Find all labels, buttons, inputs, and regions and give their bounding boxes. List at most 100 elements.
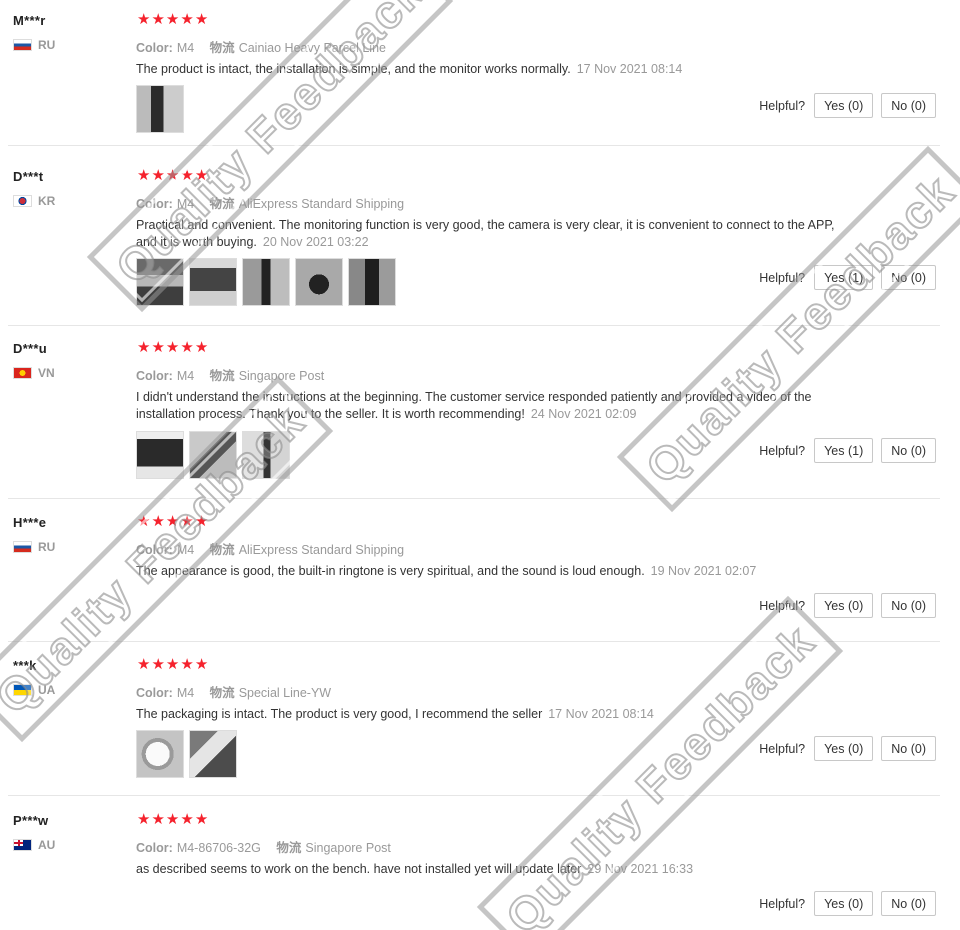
helpful-yes-button[interactable]: Yes (0) — [814, 93, 874, 118]
helpful-yes-button[interactable]: Yes (1) — [814, 265, 874, 290]
shipping-method: AliExpress Standard Shipping — [238, 197, 405, 211]
star-rating: ★ ★ ★ ★ ★ — [137, 513, 209, 530]
helpful-no-button[interactable]: No (0) — [881, 736, 936, 761]
flag-ru-icon — [13, 541, 32, 553]
star-icon: ★ — [165, 11, 180, 28]
flag-kr-icon — [13, 195, 32, 207]
star-icon: ★ — [194, 513, 209, 530]
review-photos — [136, 258, 396, 306]
helpful-yes-button[interactable]: Yes (1) — [814, 438, 874, 463]
helpful-votes: Helpful? Yes (1) No (0) — [759, 265, 936, 290]
review-photo-thumbnail[interactable] — [242, 258, 290, 306]
review-item: D***t KR ★ ★ ★ ★ ★ Color: M4 物流 AliExpress Sta… — [0, 167, 960, 326]
star-icon: ★ — [137, 167, 151, 184]
review-photo-thumbnail[interactable] — [242, 431, 290, 479]
star-rating: ★ ★ ★ ★ ★ — [137, 656, 209, 673]
helpful-no-button[interactable]: No (0) — [881, 265, 936, 290]
star-icon: ★ — [180, 339, 194, 356]
star-icon: ★ — [180, 656, 194, 673]
reviewer-name: P***w — [13, 813, 49, 828]
star-icon: ★ — [165, 339, 180, 356]
star-icon: ★ — [137, 513, 151, 530]
helpful-votes: Helpful? Yes (0) No (0) — [759, 736, 936, 761]
reviewer-country: VN — [13, 366, 55, 380]
flag-vn-icon — [13, 367, 32, 379]
review-photo-thumbnail[interactable] — [136, 85, 184, 133]
review-text: The product is intact, the installation … — [136, 62, 683, 76]
reviewer-name: H***e — [13, 515, 47, 530]
star-icon: ★ — [151, 656, 165, 673]
star-icon: ★ — [151, 513, 165, 530]
shipping-method: Special Line-YW — [238, 686, 332, 700]
review-photo-thumbnail[interactable] — [348, 258, 396, 306]
product-color: M4 — [176, 197, 195, 211]
reviewer-country: UA — [13, 683, 55, 697]
star-icon: ★ — [151, 11, 165, 28]
review-photo-thumbnail[interactable] — [295, 258, 343, 306]
flag-ru-icon — [13, 39, 32, 51]
star-icon: ★ — [180, 513, 194, 530]
review-meta: Color: M4 物流 Cainiao Heavy Parcel Line — [136, 41, 386, 55]
star-icon: ★ — [165, 811, 180, 828]
reviewer-name: M***r — [13, 13, 46, 28]
review-date: 24 Nov 2021 02:09 — [530, 407, 637, 421]
helpful-yes-button[interactable]: Yes (0) — [814, 891, 874, 916]
star-icon: ★ — [194, 811, 209, 828]
star-icon: ★ — [165, 656, 180, 673]
review-meta: Color: M4 物流 Special Line-YW — [136, 686, 332, 700]
review-date: 20 Nov 2021 03:22 — [262, 235, 369, 249]
helpful-yes-button[interactable]: Yes (0) — [814, 593, 874, 618]
star-rating: ★ ★ ★ ★ ★ — [137, 11, 208, 28]
reviewer-name: D***u — [13, 341, 48, 356]
review-date: 17 Nov 2021 08:14 — [548, 707, 654, 721]
reviewer-country: KR — [13, 194, 55, 208]
review-text: The packaging is intact. The product is … — [136, 707, 654, 721]
helpful-yes-button[interactable]: Yes (0) — [814, 736, 874, 761]
star-icon: ★ — [165, 513, 180, 530]
star-icon: ★ — [165, 167, 180, 184]
helpful-no-button[interactable]: No (0) — [881, 93, 936, 118]
review-photo-thumbnail[interactable] — [189, 258, 237, 306]
review-meta: Color: M4 物流 Singapore Post — [136, 369, 325, 383]
shipping-method: AliExpress Standard Shipping — [238, 543, 405, 557]
review-meta: Color: M4-86706-32G 物流 Singapore Post — [136, 841, 391, 855]
reviewer-country: RU — [13, 38, 55, 52]
star-icon: ★ — [151, 811, 165, 828]
reviewer-country: AU — [13, 838, 55, 852]
review-text: as described seems to work on the bench.… — [136, 862, 694, 876]
star-rating: ★ ★ ★ ★ ★ — [137, 811, 209, 828]
review-photo-thumbnail[interactable] — [136, 431, 184, 479]
reviewer-name: D***t — [13, 169, 44, 184]
star-rating: ★ ★ ★ ★ ★ — [137, 339, 208, 356]
star-icon: ★ — [194, 656, 209, 673]
product-color: M4 — [176, 369, 195, 383]
review-photos — [136, 85, 184, 133]
product-color: M4 — [176, 686, 195, 700]
reviewer-country: RU — [13, 540, 55, 554]
helpful-no-button[interactable]: No (0) — [881, 891, 936, 916]
star-icon: ★ — [151, 167, 165, 184]
divider — [8, 325, 940, 326]
review-photo-thumbnail[interactable] — [136, 730, 184, 778]
review-text: Practical and convenient. The monitoring… — [136, 218, 835, 249]
review-text: The appearance is good, the built-in rin… — [136, 564, 757, 578]
flag-au-icon — [13, 839, 32, 851]
divider — [8, 641, 940, 642]
star-icon: ★ — [137, 811, 151, 828]
review-photo-thumbnail[interactable] — [189, 730, 237, 778]
review-date: 29 Nov 2021 16:33 — [587, 862, 694, 876]
review-item: H***e RU ★ ★ ★ ★ ★ Color: M4 物流 AliExpress Sta… — [0, 513, 960, 642]
helpful-no-button[interactable]: No (0) — [881, 593, 936, 618]
star-icon: ★ — [194, 167, 209, 184]
helpful-no-button[interactable]: No (0) — [881, 438, 936, 463]
review-item: ***k UA ★ ★ ★ ★ ★ Color: M4 物流 Special Line-YW… — [0, 656, 960, 796]
shipping-method: Cainiao Heavy Parcel Line — [238, 41, 386, 55]
review-item: M***r RU ★ ★ ★ ★ ★ Color: M4 物流 Cainiao Heavy … — [0, 11, 960, 146]
product-color: M4-86706-32G — [176, 841, 261, 855]
review-date: 19 Nov 2021 02:07 — [650, 564, 757, 578]
divider — [8, 145, 940, 146]
review-photo-thumbnail[interactable] — [136, 258, 184, 306]
review-photo-thumbnail[interactable] — [189, 431, 237, 479]
divider — [8, 795, 940, 796]
review-text: I didn't understand the instructions at … — [136, 390, 812, 421]
